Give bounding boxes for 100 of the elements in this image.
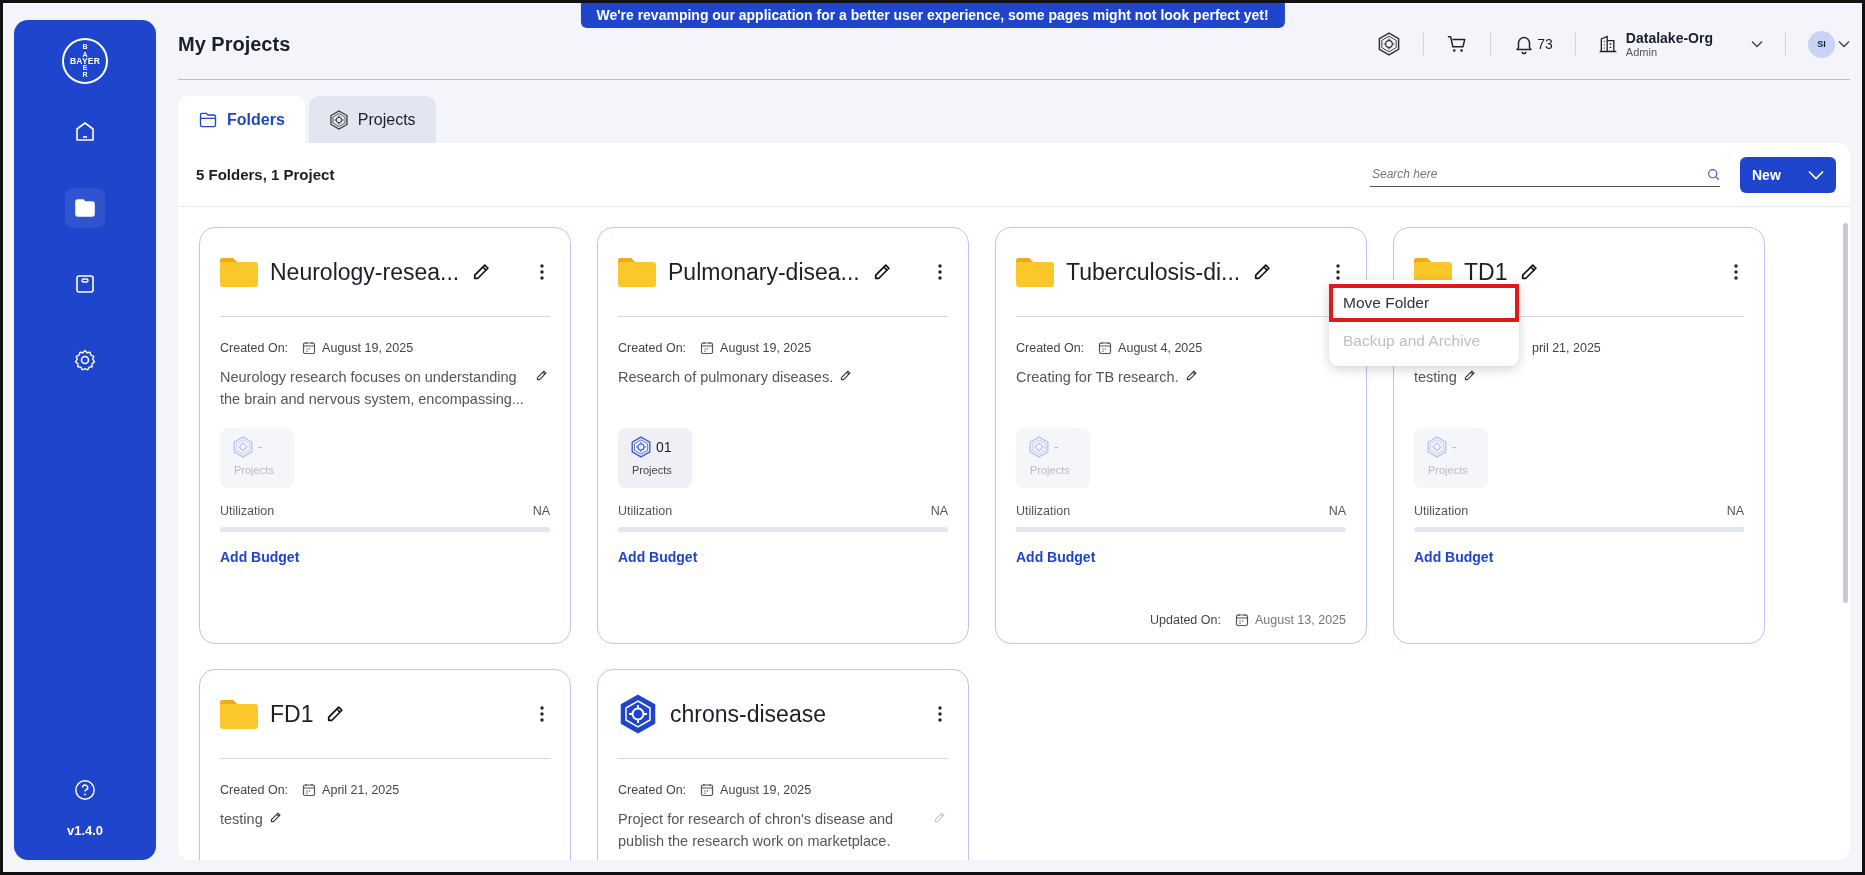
add-budget-link[interactable]: Add Budget xyxy=(1414,549,1494,565)
add-budget-link[interactable]: Add Budget xyxy=(618,549,698,565)
utilization-label: Utilization xyxy=(220,504,275,518)
projects-count-badge: - Projects xyxy=(220,428,294,488)
announcement-banner: We're revamping our application for a better user experience, some pages might not look perfect yet! xyxy=(580,3,1285,28)
pencil-icon[interactable] xyxy=(471,262,492,282)
created-label: Created On: xyxy=(220,341,289,355)
pencil-icon[interactable] xyxy=(1252,262,1273,282)
projects-count-badge: - Projects xyxy=(1016,428,1090,488)
pencil-icon[interactable] xyxy=(1462,369,1476,382)
items-summary: 5 Folders, 1 Project xyxy=(196,166,336,183)
card-title: TD1 xyxy=(1464,258,1508,286)
card-description: Neurology research focuses on understanding the brain and nervous system, encompassing... xyxy=(220,368,525,409)
hexagon-gear-icon xyxy=(328,109,349,130)
calendar-icon xyxy=(1098,341,1113,355)
folder-icon xyxy=(1016,257,1054,287)
add-budget-link[interactable]: Add Budget xyxy=(1016,549,1096,565)
hexagon-gear-icon xyxy=(630,436,652,458)
more-vertical-icon xyxy=(540,706,544,722)
help-icon[interactable] xyxy=(74,779,96,801)
created-date: August 19, 2025 xyxy=(720,341,812,355)
updated-label: Updated On: xyxy=(1150,613,1221,627)
search-icon[interactable] xyxy=(1707,167,1720,181)
more-vertical-icon xyxy=(938,706,942,722)
card-description: testing xyxy=(220,810,263,829)
created-date: August 19, 2025 xyxy=(720,783,812,797)
card-description: Research of pulmonary diseases. xyxy=(618,368,834,387)
folder-icon xyxy=(220,257,258,287)
search-field[interactable]: Search here xyxy=(1370,162,1720,187)
new-button[interactable]: New xyxy=(1740,156,1836,193)
utilization-value: NA xyxy=(1726,504,1744,518)
utilization-label: Utilization xyxy=(1016,504,1071,518)
updated-date: August 13, 2025 xyxy=(1254,613,1346,627)
chevron-down-icon[interactable] xyxy=(1838,40,1850,48)
utilization-value: NA xyxy=(532,504,550,518)
hexagon-gear-icon xyxy=(1426,436,1448,458)
pencil-icon[interactable] xyxy=(535,369,548,382)
folder-icon xyxy=(220,699,258,729)
sidebar-item[interactable] xyxy=(65,188,105,228)
settings-icon xyxy=(73,348,97,372)
more-vertical-icon xyxy=(1336,264,1340,280)
chevron-down-icon xyxy=(1808,169,1824,180)
pencil-icon[interactable] xyxy=(325,704,346,724)
page-title: My Projects xyxy=(178,32,292,56)
add-budget-link[interactable]: Add Budget xyxy=(220,549,300,565)
hexagon-gear-icon xyxy=(1377,32,1402,56)
pencil-icon[interactable] xyxy=(839,369,853,382)
card-title: Pulmonary-disea... xyxy=(668,258,860,286)
calendar-icon xyxy=(700,783,715,797)
chevron-down-icon[interactable] xyxy=(1751,40,1763,48)
user-avatar[interactable]: SI xyxy=(1808,30,1835,58)
version-label: v1.4.0 xyxy=(66,823,104,838)
calendar-icon xyxy=(302,783,317,797)
utilization-label: Utilization xyxy=(618,504,673,518)
home-icon xyxy=(73,120,97,144)
card-title: Neurology-resea... xyxy=(270,258,460,286)
hexagon-gear-icon xyxy=(1028,436,1050,458)
organization-name: Datalake-Org xyxy=(1625,30,1713,46)
folder-icon xyxy=(73,196,97,220)
card-title: chrons-disease xyxy=(670,700,826,728)
calendar-icon xyxy=(1234,613,1249,627)
notification-count: 73 xyxy=(1537,36,1553,52)
pencil-icon[interactable] xyxy=(268,811,282,824)
bag-icon xyxy=(73,272,97,296)
card-description: testing xyxy=(1414,368,1457,387)
calendar-icon xyxy=(302,341,317,355)
projects-count-badge: - Projects xyxy=(1414,428,1488,488)
created-label: Created On: xyxy=(1016,341,1085,355)
logo-text: BAYER xyxy=(69,56,101,66)
projects-count-badge: 01 Projects xyxy=(618,428,692,488)
organization-role: Admin xyxy=(1625,46,1659,58)
pencil-icon[interactable] xyxy=(1184,369,1198,382)
tab[interactable]: Projects xyxy=(308,96,436,143)
pencil-icon[interactable] xyxy=(1519,262,1540,282)
scrollbar[interactable] xyxy=(1843,223,1848,603)
calendar-icon xyxy=(700,341,715,355)
folder-icon xyxy=(618,257,656,287)
created-date: August 4, 2025 xyxy=(1118,341,1203,355)
utilization-label: Utilization xyxy=(1414,504,1469,518)
created-label: Created On: xyxy=(618,783,687,797)
card-description: Creating for TB research. xyxy=(1016,368,1179,387)
card-description: Project for research of chron's disease and publish the research work on marketplace. xyxy=(618,810,895,851)
created-label: Created On: xyxy=(618,341,687,355)
card-title: FD1 xyxy=(270,700,314,728)
created-date: August 19, 2025 xyxy=(322,341,414,355)
utilization-value: NA xyxy=(1328,504,1346,518)
more-vertical-icon xyxy=(540,264,544,280)
created-date: April 21, 2025 xyxy=(322,783,400,797)
hexagon-gear-icon xyxy=(232,436,254,458)
search-input[interactable]: Search here xyxy=(1370,166,1707,182)
tab[interactable]: Folders xyxy=(178,96,305,143)
building-icon xyxy=(1597,34,1618,54)
utilization-value: NA xyxy=(930,504,948,518)
created-label: Created On: xyxy=(220,783,289,797)
more-vertical-icon xyxy=(1734,264,1738,280)
menu-item[interactable]: Move Folder xyxy=(1329,284,1519,322)
more-vertical-icon xyxy=(938,264,942,280)
hexagon-gear-icon xyxy=(618,694,658,734)
card-title: Tuberculosis-di... xyxy=(1066,258,1241,286)
created-date: pril 21, 2025 xyxy=(1532,341,1601,355)
